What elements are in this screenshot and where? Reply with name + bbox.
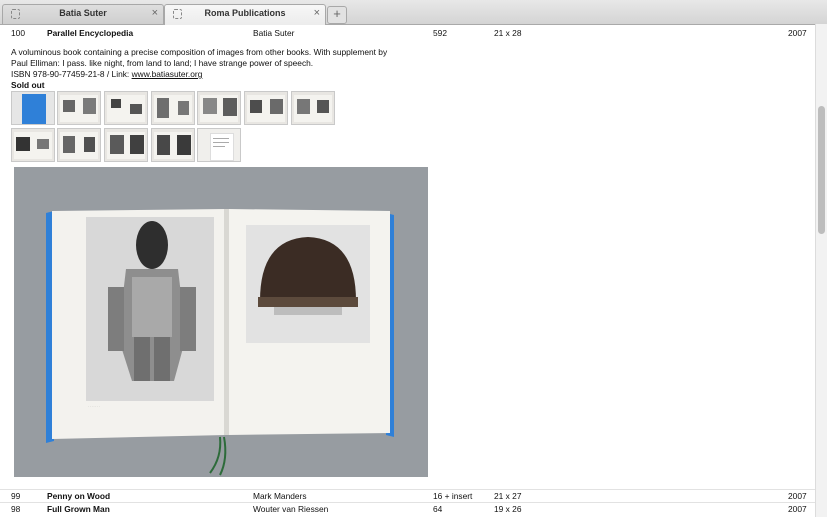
thumbnail[interactable]: [57, 91, 101, 125]
entry-pages: 64: [433, 504, 443, 514]
thumbnail[interactable]: [151, 128, 195, 162]
entry-pages: 592: [433, 28, 447, 38]
svg-text:· · · · · · ·: · · · · · · ·: [88, 404, 100, 408]
entry-pages: 16 + insert: [433, 491, 473, 501]
table-row[interactable]: 98 Full Grown Man Wouter van Riessen 64 …: [0, 502, 815, 516]
isbn-line: ISBN 978-90-77459-21-8 / Link: www.batia…: [11, 69, 202, 79]
book-photo: · · · · · · ·: [14, 167, 428, 477]
thumbnail[interactable]: [104, 128, 148, 162]
table-row[interactable]: 99 Penny on Wood Mark Manders 16 + inser…: [0, 489, 815, 503]
table-row[interactable]: 100 Parallel Encyclopedia Batia Suter 59…: [0, 26, 815, 40]
entry-year: 2007: [788, 28, 807, 38]
tab-batia-suter[interactable]: Batia Suter ×: [2, 4, 164, 24]
entry-size: 19 x 26: [494, 504, 522, 514]
entry-title[interactable]: Parallel Encyclopedia: [47, 28, 133, 38]
scrollbar-thumb[interactable]: [818, 106, 825, 234]
thumbnail[interactable]: [197, 128, 241, 162]
entry-year: 2007: [788, 504, 807, 514]
close-icon[interactable]: ×: [152, 7, 158, 19]
new-tab-button[interactable]: +: [327, 6, 347, 24]
entry-title[interactable]: Penny on Wood: [47, 491, 110, 501]
tab-roma-publications[interactable]: Roma Publications ×: [164, 4, 326, 25]
thumbnail[interactable]: [197, 91, 241, 125]
thumbnail[interactable]: [57, 128, 101, 162]
thumbnail[interactable]: [11, 91, 55, 125]
thumbnail[interactable]: [11, 128, 55, 162]
thumbnail[interactable]: [104, 91, 148, 125]
isbn-text: ISBN 978-90-77459-21-8 / Link:: [11, 69, 132, 79]
tab-label: Roma Publications: [204, 8, 286, 18]
status-badge: Sold out: [11, 80, 45, 90]
description-line: A voluminous book containing a precise c…: [11, 47, 388, 57]
entry-size: 21 x 27: [494, 491, 522, 501]
entry-year: 2007: [788, 491, 807, 501]
entry-title[interactable]: Full Grown Man: [47, 504, 110, 514]
website-link[interactable]: www.batiasuter.org: [132, 69, 203, 79]
vertical-scrollbar[interactable]: [815, 24, 827, 517]
entry-number: 99: [11, 491, 21, 501]
thumbnail[interactable]: [244, 91, 288, 125]
thumbnail[interactable]: [291, 91, 335, 125]
entry-number: 98: [11, 504, 21, 514]
entry-number: 100: [11, 28, 25, 38]
close-icon[interactable]: ×: [314, 7, 320, 19]
description-line: Paul Elliman: I pass. like night, from l…: [11, 58, 314, 68]
tab-label: Batia Suter: [59, 8, 107, 18]
thumbnail[interactable]: [151, 91, 195, 125]
entry-author: Batia Suter: [253, 28, 295, 38]
tab-bar: Batia Suter × Roma Publications × +: [0, 0, 827, 25]
entry-size: 21 x 28: [494, 28, 522, 38]
entry-author: Mark Manders: [253, 491, 307, 501]
entry-author: Wouter van Riessen: [253, 504, 329, 514]
